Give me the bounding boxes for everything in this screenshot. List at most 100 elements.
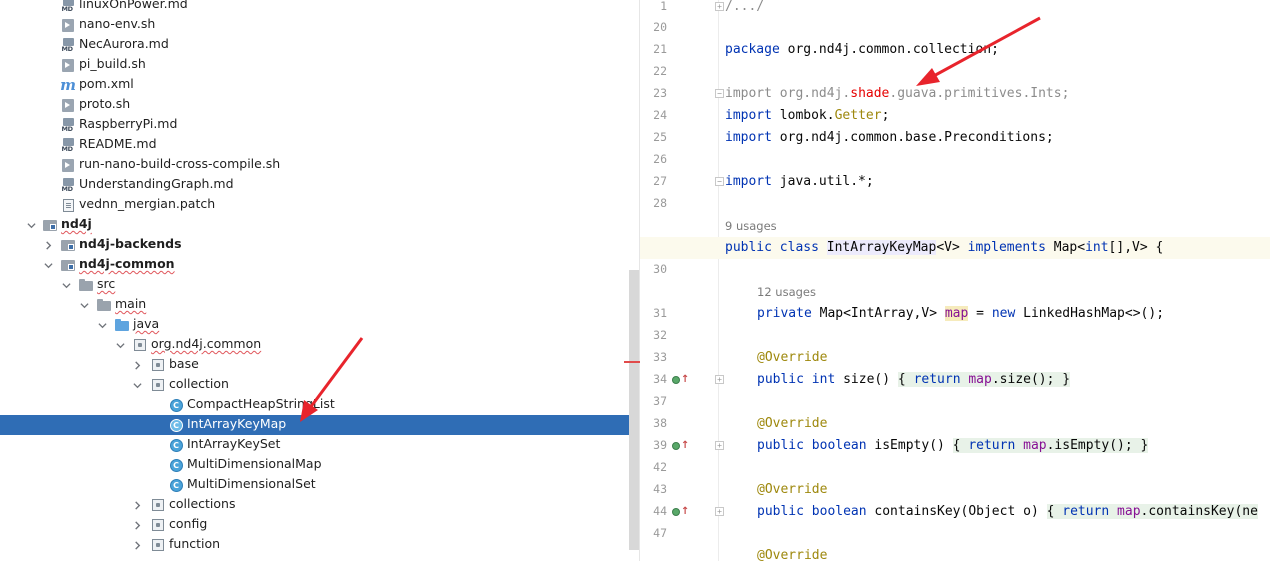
tree-item[interactable]: main	[0, 295, 638, 315]
gutter-line[interactable]: 30	[640, 259, 719, 281]
tree-item[interactable]: MD NecAurora.md	[0, 35, 638, 55]
tree-item[interactable]: nd4j-common	[0, 255, 638, 275]
gutter-line[interactable]: 21	[640, 39, 719, 61]
code-line-39[interactable]: public boolean isEmpty() { return map.is…	[757, 435, 1149, 457]
tree-item[interactable]: m pom.xml	[0, 75, 638, 95]
tree-item[interactable]: MD RaspberryPi.md	[0, 115, 638, 135]
gutter-line[interactable]: 27 −	[640, 171, 724, 193]
tree-item[interactable]: run-nano-build-cross-compile.sh	[0, 155, 638, 175]
fold-toggle-icon[interactable]: −	[715, 89, 724, 98]
gutter-line[interactable]: 24	[640, 105, 719, 127]
gutter-line[interactable]: 47	[640, 523, 719, 545]
chevron-down-icon[interactable]	[78, 295, 90, 315]
tree-item[interactable]: vednn_mergian.patch	[0, 195, 638, 215]
gutter-line[interactable]: 26	[640, 149, 719, 171]
tree-item[interactable]: java	[0, 315, 638, 335]
fold-toggle-icon[interactable]: +	[715, 2, 724, 11]
gutter-line[interactable]: 28	[640, 193, 719, 215]
gutter-line[interactable]: 1 +	[640, 0, 724, 18]
gutter-line[interactable]: 43	[640, 479, 719, 501]
code-line-23[interactable]: import org.nd4j.shade.guava.primitives.I…	[725, 83, 1069, 105]
implements-method-icon[interactable]: ↑	[672, 506, 690, 518]
code-line-44[interactable]: public boolean containsKey(Object o) { r…	[757, 501, 1258, 523]
code-line-38[interactable]: @Override	[757, 413, 827, 435]
gutter-line[interactable]: 38	[640, 413, 719, 435]
fold-toggle-icon[interactable]: +	[715, 441, 724, 450]
chevron-right-icon[interactable]	[131, 515, 143, 535]
code-line-43[interactable]: @Override	[757, 479, 827, 501]
implements-method-icon[interactable]: ↑	[672, 440, 690, 452]
chevron-down-icon[interactable]	[131, 375, 143, 395]
tree-item[interactable]: C MultiDimensionalMap	[0, 455, 638, 475]
chevron-right-icon[interactable]	[42, 235, 54, 255]
gutter-line[interactable]: 34 ↑ +	[640, 369, 724, 391]
chevron-right-icon[interactable]	[131, 355, 143, 375]
tree-item[interactable]: C CompactHeapStringList	[0, 395, 638, 415]
fold-toggle-icon[interactable]: −	[715, 177, 724, 186]
tree-item[interactable]: C IntArrayKeyMap	[0, 415, 638, 435]
tree-item[interactable]: pi_build.sh	[0, 55, 638, 75]
gutter-line[interactable]: 31	[640, 303, 719, 325]
import-path: lombok.	[771, 108, 835, 123]
usages-hint[interactable]: 9 usages	[725, 219, 777, 233]
gutter-line[interactable]: 20	[640, 17, 719, 39]
gutter-line[interactable]: 37	[640, 391, 719, 413]
chevron-down-icon[interactable]	[96, 315, 108, 335]
gutter-line[interactable]: 33	[640, 347, 719, 369]
chevron-down-icon[interactable]	[42, 255, 54, 275]
gutter-line[interactable]: 39 ↑ +	[640, 435, 724, 457]
unresolved-symbol[interactable]: shade	[850, 86, 889, 101]
gutter-line[interactable]: 22	[640, 61, 719, 83]
type-args: [],V> {	[1108, 240, 1164, 255]
keyword: return	[1062, 504, 1110, 519]
tree-item[interactable]: base	[0, 355, 638, 375]
folded-header[interactable]: /.../	[725, 0, 764, 14]
tree-item[interactable]: collection	[0, 375, 638, 395]
code-line-29[interactable]: public class IntArrayKeyMap<V> implement…	[640, 237, 1270, 259]
tree-item[interactable]: org.nd4j.common	[0, 335, 638, 355]
gutter-line[interactable]: 23 −	[640, 83, 724, 105]
line-number: 34	[653, 372, 667, 386]
tree-item[interactable]: C MultiDimensionalSet	[0, 475, 638, 495]
tree-item-label: nano-env.sh	[79, 16, 156, 31]
tree-item[interactable]: src	[0, 275, 638, 295]
field-name[interactable]: map	[944, 306, 969, 321]
tree-item[interactable]: MD UnderstandingGraph.md	[0, 175, 638, 195]
tree-item[interactable]: proto.sh	[0, 95, 638, 115]
tree-item-label: CompactHeapStringList	[187, 396, 335, 411]
code-editor[interactable]: 1+20212223−24252627−28293031323334↑+3738…	[640, 0, 1270, 561]
tree-item[interactable]: function	[0, 535, 638, 555]
tree-scrollbar[interactable]	[629, 270, 639, 550]
chevron-down-icon[interactable]	[114, 335, 126, 355]
tree-item[interactable]: collections	[0, 495, 638, 515]
usages-hint[interactable]: 12 usages	[757, 285, 816, 299]
code-line-1[interactable]: /.../	[725, 0, 764, 18]
gutter-line[interactable]: 44 ↑ +	[640, 501, 724, 523]
chevron-right-icon[interactable]	[131, 535, 143, 555]
tree-item[interactable]: MD linuxOnPower.md	[0, 0, 638, 15]
tree-item[interactable]: nd4j-backends	[0, 235, 638, 255]
gutter-line[interactable]: 32	[640, 325, 719, 347]
fold-toggle-icon[interactable]: +	[715, 507, 724, 516]
tree-item[interactable]: MD README.md	[0, 135, 638, 155]
tree-item[interactable]: nano-env.sh	[0, 15, 638, 35]
class-name[interactable]: IntArrayKeyMap	[826, 240, 937, 255]
code-line-25[interactable]: import org.nd4j.common.base.Precondition…	[725, 127, 1054, 149]
tree-item[interactable]: C IntArrayKeySet	[0, 435, 638, 455]
code-line-27[interactable]: import java.util.*;	[725, 171, 874, 193]
code-line-21[interactable]: package org.nd4j.common.collection;	[725, 39, 999, 61]
code-line-31[interactable]: private Map<IntArray,V> map = new Linked…	[757, 303, 1164, 325]
gutter-line[interactable]: 25	[640, 127, 719, 149]
code-line-33[interactable]: @Override	[757, 347, 827, 369]
fold-toggle-icon[interactable]: +	[715, 375, 724, 384]
chevron-down-icon[interactable]	[25, 215, 37, 235]
code-line-34[interactable]: public int size() { return map.size(); }	[757, 369, 1071, 391]
implements-method-icon[interactable]: ↑	[672, 374, 690, 386]
tree-item[interactable]: nd4j	[0, 215, 638, 235]
code-line-24[interactable]: import lombok.Getter;	[725, 105, 889, 127]
chevron-right-icon[interactable]	[131, 495, 143, 515]
tree-item[interactable]: config	[0, 515, 638, 535]
chevron-down-icon[interactable]	[60, 275, 72, 295]
gutter-line[interactable]: 42	[640, 457, 719, 479]
code-line-47[interactable]: @Override	[757, 545, 827, 561]
